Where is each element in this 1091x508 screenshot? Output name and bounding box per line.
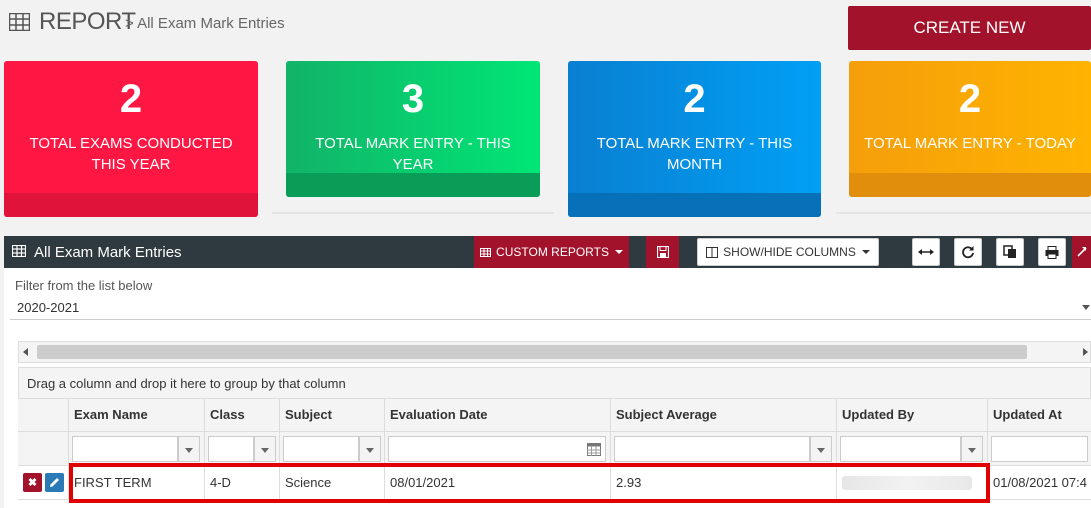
table-icon (480, 247, 492, 257)
stat-label: TOTAL MARK ENTRY - THIS YEAR (315, 135, 511, 173)
card-footer (286, 173, 540, 197)
group-by-drop-area[interactable]: Drag a column and drop it here to group … (18, 367, 1091, 399)
table-icon (9, 13, 30, 31)
print-button[interactable] (1038, 238, 1066, 266)
calendar-icon[interactable] (587, 442, 601, 456)
create-new-button[interactable]: CREATE NEW (848, 6, 1091, 50)
column-header-subject[interactable]: Subject (280, 399, 385, 431)
filter-cell (611, 432, 837, 465)
delete-button[interactable]: ✖ (23, 473, 42, 492)
academic-year-select[interactable]: 2020-2021 (17, 300, 79, 315)
chevron-down-icon (614, 250, 623, 254)
highlight-box (69, 463, 990, 503)
copy-icon (1003, 245, 1016, 258)
filter-dropdown[interactable] (254, 436, 276, 462)
close-icon: ✖ (27, 477, 38, 489)
stat-card-mark-entry-month: 2 TOTAL MARK ENTRY - THIS MONTH (568, 61, 821, 217)
stat-card-mark-entry-year: 3 TOTAL MARK ENTRY - THIS YEAR (286, 61, 540, 197)
print-icon (1045, 245, 1059, 259)
column-header-subject-average[interactable]: Subject Average (611, 399, 837, 431)
card-shadow (836, 212, 1091, 214)
filter-cell (18, 432, 69, 465)
chevron-down-icon[interactable] (1082, 305, 1090, 310)
edit-button[interactable] (45, 473, 64, 492)
expand-icon (1076, 247, 1087, 257)
filter-cell (837, 432, 988, 465)
stat-label: TOTAL EXAMS CONDUCTED THIS YEAR (29, 135, 233, 173)
custom-reports-button[interactable]: CUSTOM REPORTS (474, 236, 629, 268)
scroll-right-icon[interactable] (1083, 348, 1088, 356)
chevron-down-icon (366, 448, 374, 453)
columns-icon (706, 246, 719, 258)
breadcrumb: > All Exam Mark Entries (125, 15, 285, 32)
stat-label: TOTAL MARK ENTRY - TODAY (864, 135, 1076, 152)
subject-filter-input[interactable] (283, 436, 359, 462)
filter-dropdown[interactable] (810, 436, 832, 462)
scroll-thumb[interactable] (37, 345, 1027, 359)
filter-dropdown[interactable] (359, 436, 381, 462)
filter-row (18, 432, 1091, 466)
exam-name-filter-input[interactable] (72, 436, 178, 462)
stat-value: 2 (958, 77, 982, 121)
custom-reports-label: CUSTOM REPORTS (496, 245, 609, 259)
header-row: Exam Name Class Subject Evaluation Date … (18, 399, 1091, 432)
card-footer (4, 193, 258, 217)
stat-value: 2 (119, 77, 143, 121)
chevron-down-icon (968, 448, 976, 453)
filter-cell (988, 432, 1091, 465)
filter-cell (385, 432, 611, 465)
updated-at-filter-input[interactable] (991, 436, 1088, 462)
save-icon (656, 246, 669, 258)
evaluation-date-filter-input[interactable] (388, 436, 606, 462)
cell-updated-at: 01/08/2021 07:4 (993, 475, 1087, 490)
stat-label: TOTAL MARK ENTRY - THIS MONTH (596, 135, 793, 173)
top-bar: REPORT > All Exam Mark Entries CREATE NE… (0, 0, 1091, 56)
save-button[interactable] (646, 236, 679, 268)
stat-card-exams-conducted: 2 TOTAL EXAMS CONDUCTED THIS YEAR (4, 61, 258, 217)
filter-cell (69, 432, 205, 465)
card-footer (849, 173, 1091, 197)
action-column-header (18, 399, 69, 431)
column-header-exam-name[interactable]: Exam Name (69, 399, 205, 431)
class-filter-input[interactable] (208, 436, 254, 462)
horizontal-scrollbar[interactable] (18, 341, 1091, 363)
chevron-down-icon (861, 250, 870, 254)
fit-columns-button[interactable] (912, 238, 940, 266)
expand-horizontal-icon (918, 249, 934, 255)
divider (10, 319, 1091, 320)
chevron-down-icon (261, 448, 269, 453)
column-header-updated-by[interactable]: Updated By (837, 399, 988, 431)
filter-section: Filter from the list below 2020-2021 (4, 268, 1091, 325)
stat-card-mark-entry-today: 2 TOTAL MARK ENTRY - TODAY (849, 61, 1091, 197)
row-actions: ✖ (18, 466, 69, 499)
column-header-evaluation-date[interactable]: Evaluation Date (385, 399, 611, 431)
chevron-down-icon (185, 448, 193, 453)
panel-title: All Exam Mark Entries (34, 244, 182, 261)
stat-value: 3 (401, 77, 425, 121)
pencil-icon (50, 478, 59, 487)
page-title: REPORT (39, 8, 136, 35)
stat-value: 2 (683, 77, 706, 121)
show-hide-columns-button[interactable]: SHOW/HIDE COLUMNS (697, 238, 879, 266)
scroll-left-icon[interactable] (23, 348, 28, 356)
filter-cell (280, 432, 385, 465)
filter-label: Filter from the list below (15, 278, 153, 293)
card-footer (568, 193, 821, 217)
table-icon (12, 245, 26, 257)
show-hide-label: SHOW/HIDE COLUMNS (723, 245, 856, 259)
subject-average-filter-input[interactable] (614, 436, 810, 462)
filter-cell (205, 432, 280, 465)
refresh-icon (962, 246, 974, 259)
fullscreen-button[interactable] (1072, 236, 1091, 268)
panel-header: All Exam Mark Entries CUSTOM REPORTS SHO… (4, 236, 1091, 268)
refresh-button[interactable] (954, 238, 982, 266)
card-shadow (272, 212, 554, 214)
column-header-class[interactable]: Class (205, 399, 280, 431)
filter-dropdown[interactable] (961, 436, 983, 462)
updated-by-filter-input[interactable] (840, 436, 961, 462)
column-header-updated-at[interactable]: Updated At (988, 399, 1091, 431)
chevron-down-icon (817, 448, 825, 453)
copy-button[interactable] (996, 238, 1024, 266)
filter-dropdown[interactable] (178, 436, 200, 462)
